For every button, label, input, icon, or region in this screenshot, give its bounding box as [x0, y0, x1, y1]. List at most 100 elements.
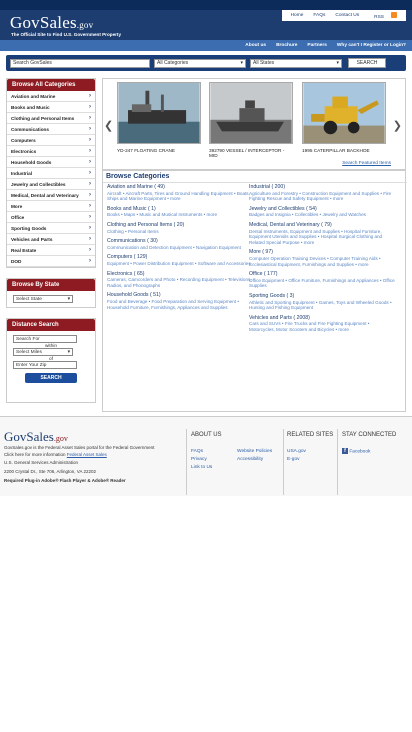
category-sidebar-title: Browse All Categories [7, 79, 95, 91]
search-button[interactable]: SEARCH [348, 58, 386, 68]
sidebar-category-label: DOD [11, 258, 22, 264]
subnav-register-help[interactable]: Why can't I Register or Login? [337, 43, 406, 48]
chevron-down-icon: ▾ [336, 60, 339, 66]
footer-link-egov[interactable]: E-gov [287, 457, 300, 462]
footer-link-link-to-us[interactable]: Link to Us [191, 465, 212, 470]
browse-category: Computers ( 129) Equipment • Power Distri… [107, 255, 253, 266]
chevron-right-icon: › [89, 159, 91, 165]
site-footer: GovSales.gov GovSales.gov is the Federal… [0, 416, 412, 496]
divider [337, 429, 338, 495]
browse-category: Household Goods ( 51) Food and Beverage •… [107, 293, 253, 310]
site-logo[interactable]: GovSales.gov [10, 13, 93, 33]
chevron-down-icon: ▾ [67, 296, 70, 302]
chevron-right-icon: › [89, 126, 91, 132]
floating-crane-photo [117, 82, 201, 144]
sidebar-category-item[interactable]: Jewelry and Collectibles › [7, 179, 95, 190]
browse-by-state: Browse By State Select State ▾ [6, 278, 96, 308]
footer-link-privacy[interactable]: Privacy [191, 457, 207, 462]
sidebar-category-item[interactable]: Aviation and Marine › [7, 91, 95, 102]
search-input[interactable]: Search GovSales [10, 58, 150, 68]
zip-input[interactable]: Enter Your Zip [13, 361, 77, 369]
sidebar-category-label: Computers [11, 137, 36, 143]
facebook-link[interactable]: f Facebook [342, 448, 370, 454]
sidebar-category-item[interactable]: Sporting Goods › [7, 223, 95, 234]
sidebar-category-item[interactable]: Electronics › [7, 146, 95, 157]
see-featured-link[interactable]: Search Featured Items [342, 161, 391, 166]
sidebar-category-item[interactable]: Real Estate › [7, 245, 95, 256]
footer-link-accessibility[interactable]: Accessibility [237, 457, 263, 462]
category-select[interactable]: All Categories ▾ [154, 58, 246, 68]
browse-subcategory-links[interactable]: Cars and SUVs • Fire Trucks and Fire Fig… [249, 321, 395, 332]
browse-subcategory-links[interactable]: Books • Maps • Music and Musical Instrum… [107, 212, 253, 218]
browse-subcategory-links[interactable]: Food and Beverage • Food Preparation and… [107, 299, 253, 310]
sidebar-category-item[interactable]: More › [7, 201, 95, 212]
chevron-right-icon: › [89, 192, 91, 198]
nav-faqs[interactable]: FAQs [313, 13, 325, 18]
browse-subcategory-links[interactable]: Equipment • Power Distribution Equipment… [107, 261, 253, 267]
subnav-partners[interactable]: Partners [307, 43, 326, 48]
sidebar-category-item[interactable]: Office › [7, 212, 95, 223]
chevron-right-icon: › [89, 137, 91, 143]
search-for-input[interactable]: Search For [13, 335, 77, 343]
chevron-right-icon: › [89, 203, 91, 209]
divider [103, 182, 407, 183]
browse-subcategory-links[interactable]: Computer Operation Training Devices • Co… [249, 256, 395, 267]
sidebar-category-label: Clothing and Personal Items [11, 115, 75, 121]
chevron-right-icon: › [89, 104, 91, 110]
sidebar-category-label: Real Estate [11, 247, 37, 253]
subnav-about[interactable]: About us [245, 43, 266, 48]
sidebar-category-item[interactable]: DOD › [7, 256, 95, 267]
footer-text: Required Plug-in Adobe® Flash Player & A… [4, 478, 126, 483]
sidebar-category-item[interactable]: Clothing and Personal Items › [7, 113, 95, 124]
browse-subcategory-links[interactable]: Clothing • Personal Items [107, 229, 253, 235]
browse-subcategory-links[interactable]: Aircraft • Aircraft Parts, Tires and Gro… [107, 191, 253, 202]
chevron-left-icon[interactable]: ❮ [104, 119, 113, 132]
featured-item[interactable]: 1995 CATERPILLAR BACKHOE [302, 82, 386, 153]
browse-by-state-title: Browse By State [7, 279, 95, 291]
chevron-right-icon: › [89, 170, 91, 176]
state-select[interactable]: All States ▾ [250, 58, 342, 68]
facebook-icon: f [342, 448, 348, 454]
browse-subcategory-links[interactable]: Communication and Detection Equipment • … [107, 245, 253, 251]
featured-item[interactable]: 392790 VESSEL / INTERCEPTOR - MID [209, 82, 293, 158]
sidebar-category-item[interactable]: Industrial › [7, 168, 95, 179]
chevron-down-icon: ▾ [240, 60, 243, 66]
browse-categories: Browse Categories Aviation and Marine ( … [102, 170, 407, 412]
sidebar-category-item[interactable]: Medical, Dental and Veterinary › [7, 190, 95, 201]
browse-subcategory-links[interactable]: Athletic and Sporting Equipment • Games,… [249, 300, 395, 311]
divider [283, 429, 284, 495]
distance-search-button[interactable]: SEARCH [25, 373, 77, 383]
nav-rss[interactable]: RSS [369, 11, 397, 20]
featured-item[interactable]: YD-247 FLOATING CRANE [117, 82, 201, 153]
footer-link-website-policies[interactable]: Website Policies [237, 449, 272, 454]
sidebar-category-item[interactable]: Communications › [7, 124, 95, 135]
subnav-brochure[interactable]: Brochure [276, 43, 297, 48]
browse-subcategory-links[interactable]: Agriculture and Forestry • Construction … [249, 191, 395, 202]
distance-search-title: Distance Search [7, 319, 95, 331]
browse-subcategory-links[interactable]: Badges and Insignia • Collectibles • Jew… [249, 212, 395, 218]
sidebar-category-item[interactable]: Computers › [7, 135, 95, 146]
browse-category: Books and Music ( 1) Books • Maps • Music… [107, 206, 253, 218]
footer-link-faqs[interactable]: FAQs [191, 449, 203, 454]
miles-select[interactable]: Select Miles ▾ [13, 348, 73, 356]
footer-link-usa-gov[interactable]: USA.gov [287, 449, 306, 454]
nav-home[interactable]: Home [291, 13, 304, 18]
chevron-right-icon[interactable]: ❯ [393, 119, 402, 132]
sidebar-category-item[interactable]: Household Goods › [7, 157, 95, 168]
nav-contact[interactable]: Contact Us [335, 13, 359, 18]
browse-subcategory-links[interactable]: Cameras, Camcorders and Photo • Recordin… [107, 277, 253, 288]
sidebar-category-item[interactable]: Vehicles and Parts › [7, 234, 95, 245]
featured-carousel: ❮ YD-247 FLOATING CRANE 392790 VESSEL / … [102, 78, 406, 170]
browse-category: Industrial ( 200) Agriculture and Forestr… [249, 184, 395, 202]
sidebar-category-label: Household Goods [11, 159, 52, 165]
about-heading: ABOUT US [191, 432, 222, 438]
category-sidebar: Browse All Categories Aviation and Marin… [6, 78, 96, 268]
state-dropdown[interactable]: Select State ▾ [13, 295, 73, 303]
federal-asset-sales-link[interactable]: Federal Asset Sales [67, 452, 107, 457]
sidebar-category-label: Aviation and Marine [11, 93, 56, 99]
browse-subcategory-links[interactable]: Dental Instruments, Equipment and Suppli… [249, 229, 395, 246]
browse-subcategory-links[interactable]: Office Equipment • Office Furniture, Fur… [249, 278, 395, 289]
chevron-right-icon: › [89, 181, 91, 187]
sidebar-category-item[interactable]: Books and Music › [7, 102, 95, 113]
chevron-right-icon: › [89, 258, 91, 264]
